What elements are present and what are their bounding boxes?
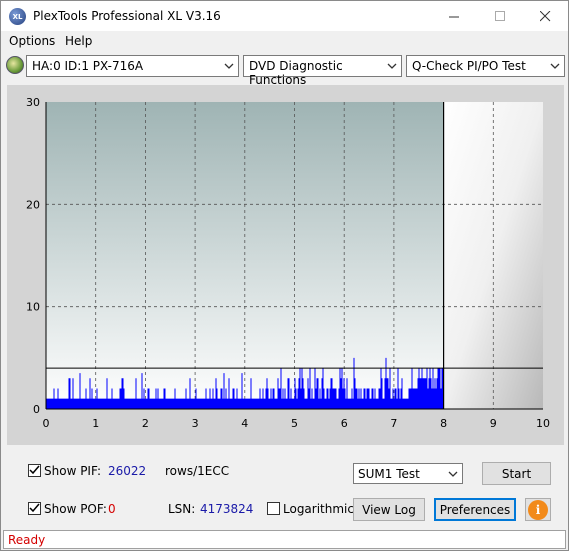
x-tick-label: 3 [192, 417, 199, 430]
function-select-value: DVD Diagnostic Functions [249, 59, 343, 87]
app-window: XL PlexTools Professional XL V3.16 Optio… [0, 0, 569, 551]
title-bar: XL PlexTools Professional XL V3.16 [1, 1, 568, 32]
show-pof-label: Show POF: [44, 502, 107, 516]
sum-test-select[interactable]: SUM1 Test [353, 463, 463, 484]
test-select-value: Q-Check PI/PO Test [412, 59, 526, 73]
menu-help[interactable]: Help [65, 34, 92, 48]
app-logo-icon: XL [9, 8, 26, 25]
y-tick-label: 20 [26, 198, 40, 211]
chevron-down-icon [550, 63, 560, 69]
x-tick-label: 7 [390, 417, 397, 430]
x-tick-label: 10 [536, 417, 550, 430]
chevron-down-icon [387, 63, 397, 69]
chevron-down-icon [448, 471, 458, 477]
x-tick-label: 2 [142, 417, 149, 430]
x-tick-label: 6 [341, 417, 348, 430]
pif-base-band [46, 398, 444, 409]
logarithmic-checkbox[interactable] [267, 502, 280, 515]
close-button[interactable] [522, 1, 568, 31]
window-title: PlexTools Professional XL V3.16 [33, 9, 221, 23]
show-pif-checkbox[interactable] [28, 464, 41, 477]
menu-options[interactable]: Options [9, 34, 55, 48]
minimize-icon [448, 16, 459, 17]
checkmark-icon [29, 465, 40, 475]
pof-value: 0 [108, 502, 116, 516]
x-tick-label: 8 [440, 417, 447, 430]
x-tick-label: 0 [43, 417, 50, 430]
pi-chart: 0 1 2 3 4 5 6 7 8 9 10 0 10 20 30 [26, 96, 550, 430]
logarithmic-label: Logarithmic [283, 502, 354, 516]
function-select[interactable]: DVD Diagnostic Functions [243, 55, 402, 87]
x-tick-label: 1 [92, 417, 99, 430]
y-tick-label: 0 [33, 403, 40, 416]
show-pof-checkbox[interactable] [28, 502, 41, 515]
status-bar: Ready [3, 530, 566, 549]
checkmark-icon [29, 503, 40, 513]
pif-unit: rows/1ECC [165, 464, 230, 478]
x-tick-label: 5 [291, 417, 298, 430]
sum-test-value: SUM1 Test [358, 467, 420, 481]
chevron-down-icon [224, 63, 234, 69]
view-log-button[interactable]: View Log [353, 498, 425, 521]
chart-panel: 0 1 2 3 4 5 6 7 8 9 10 0 10 20 30 [7, 85, 564, 445]
lsn-value: 4173824 [200, 502, 254, 516]
pif-value: 26022 [108, 464, 147, 478]
maximize-icon [494, 10, 505, 21]
drive-status-icon [6, 56, 24, 74]
start-button[interactable]: Start [482, 462, 551, 485]
y-tick-label: 10 [26, 301, 40, 314]
drive-select-value: HA:0 ID:1 PX-716A [32, 59, 144, 73]
preferences-button[interactable]: Preferences [434, 498, 516, 521]
y-tick-label: 30 [26, 96, 40, 109]
info-button[interactable]: i [525, 498, 551, 521]
x-tick-label: 9 [490, 417, 497, 430]
menu-bar: Options Help [1, 32, 568, 52]
info-icon: i [528, 499, 548, 520]
show-pif-label: Show PIF: [44, 464, 101, 478]
close-icon [539, 10, 550, 21]
drive-select[interactable]: HA:0 ID:1 PX-716A [26, 55, 239, 77]
x-tick-label: 4 [241, 417, 248, 430]
test-select[interactable]: Q-Check PI/PO Test [406, 55, 565, 77]
minimize-button[interactable] [431, 1, 477, 31]
lsn-label: LSN: [168, 502, 196, 516]
maximize-button[interactable] [477, 1, 523, 31]
